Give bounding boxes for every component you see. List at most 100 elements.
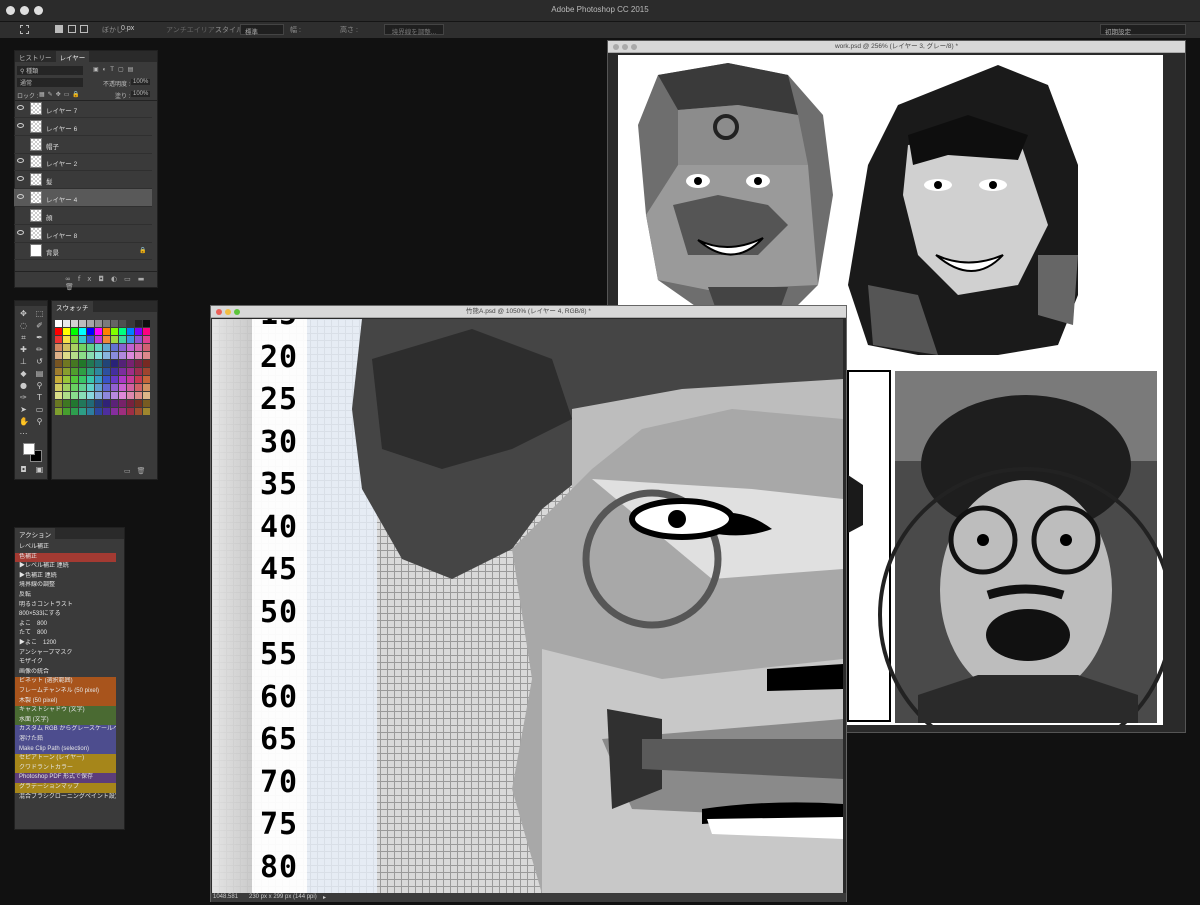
swatch[interactable] <box>103 328 110 335</box>
layer-row[interactable]: レイヤー 8 <box>14 225 152 243</box>
swatch[interactable] <box>127 352 134 359</box>
action-item[interactable]: 反転 <box>15 591 116 601</box>
eye-icon[interactable] <box>17 122 24 128</box>
swatch[interactable] <box>143 360 150 367</box>
swatch[interactable] <box>119 392 126 399</box>
swatch[interactable] <box>87 368 94 375</box>
action-item[interactable]: 混合ブラシクローニングペイント設定 <box>15 793 116 803</box>
swatch[interactable] <box>63 320 70 327</box>
swatch[interactable] <box>135 408 142 415</box>
action-item[interactable]: 色補正 <box>15 552 116 563</box>
swatch[interactable] <box>119 400 126 407</box>
swatch[interactable] <box>71 392 78 399</box>
swatch[interactable] <box>127 336 134 343</box>
style-select[interactable]: 標準 <box>240 24 284 36</box>
filter-icons[interactable]: ▣◐T▢▤ <box>93 66 137 73</box>
swatch[interactable] <box>143 384 150 391</box>
swatch[interactable] <box>95 328 102 335</box>
opacity-input[interactable]: 100% <box>131 79 151 85</box>
action-item[interactable]: レベル補正 <box>15 543 116 553</box>
swatch[interactable] <box>87 408 94 415</box>
swatch[interactable] <box>55 328 62 335</box>
swatch[interactable] <box>111 328 118 335</box>
swatch[interactable] <box>103 368 110 375</box>
doc-minimize-button[interactable] <box>622 44 628 50</box>
swatch[interactable] <box>71 376 78 383</box>
swatch[interactable] <box>95 392 102 399</box>
swatch[interactable] <box>63 408 70 415</box>
swatch[interactable] <box>103 392 110 399</box>
swatch[interactable] <box>87 392 94 399</box>
swatch[interactable] <box>119 336 126 343</box>
swatch[interactable] <box>135 328 142 335</box>
swatch[interactable] <box>79 384 86 391</box>
layers-footer-icons[interactable]: ∞fx◘◐▭▬🗑 <box>15 271 157 291</box>
blend-mode-select[interactable]: 通常 <box>17 78 83 87</box>
swatch[interactable] <box>95 376 102 383</box>
swatch[interactable] <box>95 344 102 351</box>
swatch[interactable] <box>127 320 134 327</box>
add-selection-icon[interactable] <box>68 25 76 33</box>
swatch[interactable] <box>63 376 70 383</box>
eyedropper-tool-icon[interactable]: ✒ <box>35 333 44 342</box>
tab-history[interactable]: ヒストリー <box>15 51 56 62</box>
tab-layers[interactable]: レイヤー <box>55 51 90 62</box>
new-selection-icon[interactable] <box>55 25 63 33</box>
swatch[interactable] <box>71 360 78 367</box>
swatch[interactable] <box>119 360 126 367</box>
swatch[interactable] <box>143 320 150 327</box>
swatch[interactable] <box>143 336 150 343</box>
action-item[interactable]: フレームチャンネル (50 pixel) <box>15 687 116 697</box>
swatch[interactable] <box>55 360 62 367</box>
swatch[interactable] <box>135 376 142 383</box>
swatch[interactable] <box>71 344 78 351</box>
action-item[interactable]: Photoshop PDF 形式で保存 <box>15 773 116 783</box>
swatch[interactable] <box>79 368 86 375</box>
swatch[interactable] <box>79 328 86 335</box>
swatch[interactable] <box>143 408 150 415</box>
zoom-tool-icon[interactable]: ⚲ <box>35 417 44 426</box>
document-title-work[interactable]: work.psd @ 256% (レイヤー 3, グレー/8) * <box>608 41 1185 53</box>
swatch[interactable] <box>79 352 86 359</box>
subtract-selection-icon[interactable] <box>80 25 88 33</box>
swatch[interactable] <box>79 360 86 367</box>
swatch[interactable] <box>103 408 110 415</box>
fill-input[interactable]: 100% <box>131 91 151 97</box>
swatch[interactable] <box>79 376 86 383</box>
eye-icon[interactable] <box>17 158 24 164</box>
quick-select-tool-icon[interactable]: ✐ <box>35 321 44 330</box>
swatch[interactable] <box>95 384 102 391</box>
doc-front-close-button[interactable] <box>216 309 222 315</box>
swatch[interactable] <box>103 336 110 343</box>
doc-close-button[interactable] <box>613 44 619 50</box>
doc-size-info[interactable]: 230 px x 299 px (144 ppi) <box>249 894 317 900</box>
action-item[interactable]: アンシャープマスク <box>15 649 116 659</box>
swatch[interactable] <box>71 320 78 327</box>
swatch[interactable] <box>55 368 62 375</box>
action-item[interactable]: 水面 (文字) <box>15 715 116 726</box>
brush-tool-icon[interactable]: ✏ <box>35 345 44 354</box>
action-item[interactable]: よこ 800 <box>15 620 116 630</box>
swatch[interactable] <box>111 384 118 391</box>
screen-mode-icon[interactable]: ▣ <box>35 465 44 474</box>
swatch[interactable] <box>119 344 126 351</box>
layer-filter-select[interactable]: ⚲ 種類 <box>17 66 83 75</box>
swatch[interactable] <box>127 328 134 335</box>
swatch[interactable] <box>71 368 78 375</box>
document-title-front[interactable]: 竹熊A.psd @ 1050% (レイヤー 4, RGB/8) * <box>211 306 846 318</box>
swatch[interactable] <box>95 400 102 407</box>
status-arrow-icon[interactable]: ▸ <box>323 894 326 901</box>
swatch[interactable] <box>71 384 78 391</box>
eraser-tool-icon[interactable]: ◆ <box>19 369 28 378</box>
foreground-color-swatch[interactable] <box>23 443 35 455</box>
swatch[interactable] <box>63 360 70 367</box>
action-item[interactable]: ビネット (選択範囲) <box>15 677 116 687</box>
swatch[interactable] <box>135 384 142 391</box>
stamp-tool-icon[interactable]: ⊥ <box>19 357 28 366</box>
swatch-footer-icons[interactable]: ▭🗑 <box>124 467 152 475</box>
swatch[interactable] <box>135 344 142 351</box>
eye-icon[interactable] <box>17 229 24 235</box>
swatch[interactable] <box>127 408 134 415</box>
layer-row[interactable]: 顔 <box>14 207 152 225</box>
swatch[interactable] <box>143 368 150 375</box>
